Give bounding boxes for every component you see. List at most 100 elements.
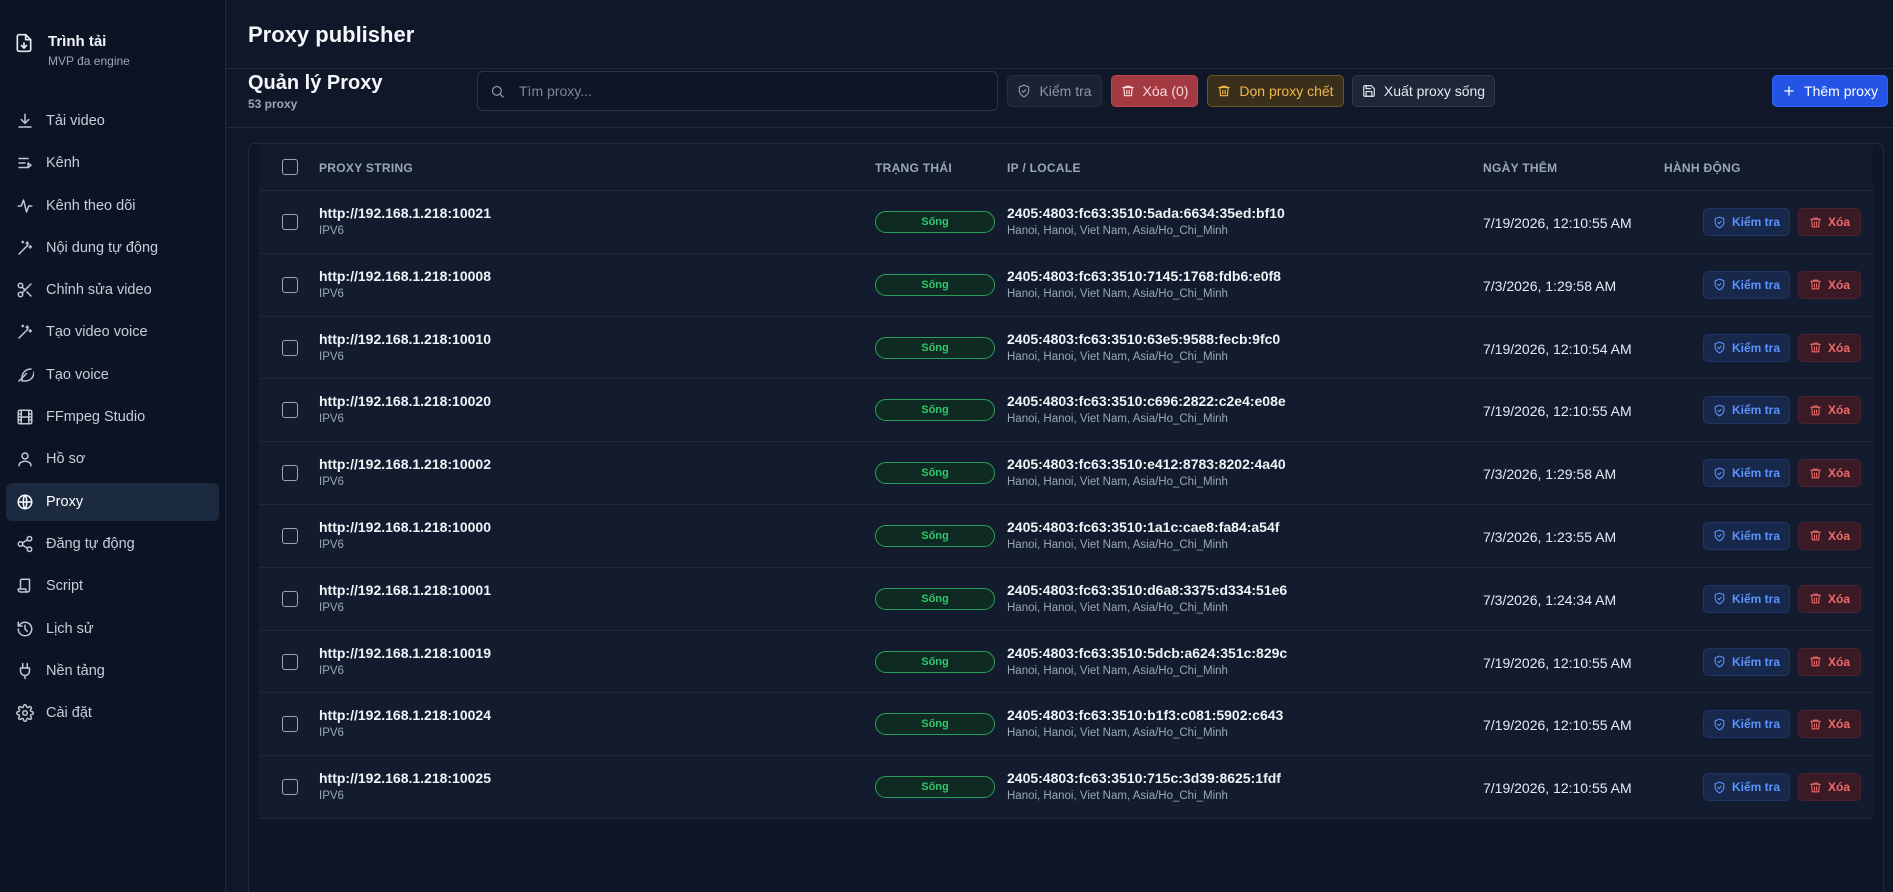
- sidebar-item-label: Tạo voice: [46, 366, 109, 383]
- row-delete-button[interactable]: Xóa: [1798, 710, 1861, 739]
- row-checkbox[interactable]: [282, 653, 298, 670]
- trash-icon: [1810, 468, 1821, 479]
- sidebar-item-label: Nội dung tự động: [46, 239, 159, 256]
- sidebar-item-kenh[interactable]: Kênh: [6, 144, 219, 182]
- status-badge: Sống: [875, 713, 995, 736]
- row-check-button[interactable]: Kiểm tra: [1703, 773, 1790, 802]
- status-badge: Sống: [875, 399, 995, 422]
- proxy-string: http://192.168.1.218:10021: [319, 205, 491, 221]
- ip-address: 2405:4803:fc63:3510:e412:8783:8202:4a40: [1007, 456, 1286, 473]
- row-delete-label: Xóa: [1827, 215, 1850, 229]
- sidebar-item-noi-dung-tu-dong[interactable]: Nội dung tự động: [6, 229, 219, 267]
- status-badge: Sống: [875, 211, 995, 233]
- row-delete-button[interactable]: Xóa: [1798, 270, 1861, 299]
- date-added: 7/19/2026, 12:10:55 AM: [1483, 654, 1632, 671]
- row-delete-button[interactable]: Xóa: [1798, 647, 1861, 676]
- table-row: http://192.168.1.218:10008 IPV6 Sống 2405:4…: [259, 253, 1873, 317]
- shield-check-icon: [1714, 655, 1725, 668]
- row-check-label: Kiểm tra: [1731, 466, 1781, 481]
- export-live-proxies-button[interactable]: Xuất proxy sống: [1352, 75, 1495, 107]
- search-input[interactable]: [519, 83, 997, 99]
- date-added: 7/19/2026, 12:10:55 AM: [1483, 403, 1632, 420]
- row-delete-button[interactable]: Xóa: [1798, 396, 1861, 425]
- add-proxy-button[interactable]: Thêm proxy: [1772, 75, 1888, 107]
- app-root: Trình tải MVP đa engine Tải video Kênh Kên…: [0, 0, 1893, 892]
- trash-icon: [1810, 531, 1821, 541]
- row-check-button[interactable]: Kiểm tra: [1703, 270, 1790, 299]
- clean-dead-proxies-button[interactable]: Dọn proxy chết: [1207, 75, 1344, 107]
- row-check-button[interactable]: Kiểm tra: [1703, 647, 1790, 676]
- history-icon: [17, 621, 33, 637]
- sidebar-item-kenh-theo-doi[interactable]: Kênh theo dõi: [6, 187, 219, 225]
- sidebar-item-tao-video-voice[interactable]: Tạo video voice: [6, 313, 219, 351]
- gear-icon: [16, 704, 34, 723]
- sidebar-item-tao-voice[interactable]: Tạo voice: [6, 356, 219, 394]
- shield-check-icon: [1714, 467, 1725, 480]
- proxy-table: PROXY STRING TRẠNG THÁI IP / LOCALE NGÀY…: [248, 143, 1884, 892]
- status-badge: Sống: [875, 273, 995, 296]
- row-delete-button[interactable]: Xóa: [1798, 208, 1861, 236]
- row-checkbox[interactable]: [282, 527, 298, 544]
- proxy-type: IPV6: [319, 476, 344, 489]
- row-checkbox[interactable]: [282, 339, 298, 356]
- sidebar-item-nen-tang[interactable]: Nền tảng: [6, 652, 219, 690]
- row-delete-button[interactable]: Xóa: [1798, 333, 1861, 362]
- film-icon: [17, 409, 33, 425]
- row-delete-label: Xóa: [1827, 780, 1850, 795]
- channel-list-icon: [18, 158, 32, 169]
- row-check-button[interactable]: Kiểm tra: [1703, 208, 1790, 236]
- row-checkbox[interactable]: [282, 402, 298, 419]
- column-header-actions: HÀNH ĐỘNG: [1664, 161, 1741, 175]
- row-check-button[interactable]: Kiểm tra: [1703, 396, 1790, 425]
- row-delete-button[interactable]: Xóa: [1798, 584, 1861, 613]
- row-checkbox[interactable]: [282, 276, 298, 293]
- ip-address: 2405:4803:fc63:3510:5dcb:a624:351c:829c: [1007, 644, 1288, 661]
- row-checkbox[interactable]: [282, 779, 298, 796]
- trash-icon: [1810, 782, 1821, 793]
- row-checkbox[interactable]: [282, 590, 298, 607]
- sidebar-item-ffmpeg-studio[interactable]: FFmpeg Studio: [6, 398, 219, 436]
- ip-address: 2405:4803:fc63:3510:1a1c:cae8:fa84:a54f: [1007, 518, 1280, 535]
- sidebar-item-lich-su[interactable]: Lịch sử: [6, 610, 219, 648]
- column-header-status: TRẠNG THÁI: [875, 161, 952, 175]
- locale: Hanoi, Hanoi, Viet Nam, Asia/Ho_Chi_Minh: [1007, 727, 1228, 740]
- delete-selected-button[interactable]: Xóa (0): [1111, 75, 1198, 107]
- sidebar-item-chinh-sua-video[interactable]: Chỉnh sửa video: [6, 271, 219, 309]
- row-checkbox[interactable]: [282, 214, 298, 230]
- row-delete-button[interactable]: Xóa: [1798, 773, 1861, 802]
- proxy-string: http://192.168.1.218:10019: [319, 644, 491, 661]
- export-live-proxies-label: Xuất proxy sống: [1383, 83, 1486, 99]
- sidebar-item-cai-dat[interactable]: Cài đặt: [6, 694, 219, 732]
- sidebar-item-ho-so[interactable]: Hồ sơ: [6, 440, 219, 478]
- sidebar-item-proxy[interactable]: Proxy: [6, 482, 219, 521]
- sidebar-item-tai-video[interactable]: Tải video: [6, 102, 219, 140]
- row-checkbox[interactable]: [282, 716, 298, 733]
- date-added: 7/19/2026, 12:10:55 AM: [1483, 215, 1632, 231]
- sidebar-item-label: Đăng tự động: [46, 535, 135, 552]
- status-badge: Sống: [875, 776, 995, 799]
- row-check-label: Kiểm tra: [1731, 403, 1781, 418]
- row-check-button[interactable]: Kiểm tra: [1703, 584, 1790, 613]
- select-all-checkbox[interactable]: [282, 159, 298, 175]
- row-delete-label: Xóa: [1827, 277, 1850, 292]
- table-row: http://192.168.1.218:10025 IPV6 Sống 2405:4…: [259, 756, 1873, 819]
- row-check-label: Kiểm tra: [1731, 591, 1781, 606]
- add-proxy-label: Thêm proxy: [1804, 83, 1878, 99]
- trash-icon: [1810, 405, 1821, 416]
- file-download-icon: [16, 33, 32, 53]
- row-check-button[interactable]: Kiểm tra: [1703, 459, 1790, 488]
- row-delete-button[interactable]: Xóa: [1798, 459, 1861, 488]
- row-check-button[interactable]: Kiểm tra: [1703, 710, 1790, 739]
- trash-icon: [1810, 279, 1821, 290]
- row-delete-label: Xóa: [1827, 466, 1850, 481]
- row-delete-button[interactable]: Xóa: [1798, 521, 1861, 550]
- save-icon: [1363, 85, 1375, 97]
- row-check-button[interactable]: Kiểm tra: [1703, 521, 1790, 550]
- row-checkbox[interactable]: [282, 465, 298, 482]
- check-proxies-button[interactable]: Kiểm tra: [1007, 75, 1102, 107]
- sidebar-item-script[interactable]: Script: [6, 567, 219, 605]
- sidebar-nav: Tải video Kênh Kênh theo dõi Nội dung tự độ…: [0, 102, 225, 732]
- table-row: http://192.168.1.218:10002 IPV6 Sống 2405:4…: [259, 442, 1873, 505]
- sidebar-item-dang-tu-dong[interactable]: Đăng tự động: [6, 525, 219, 563]
- row-check-button[interactable]: Kiểm tra: [1703, 333, 1790, 362]
